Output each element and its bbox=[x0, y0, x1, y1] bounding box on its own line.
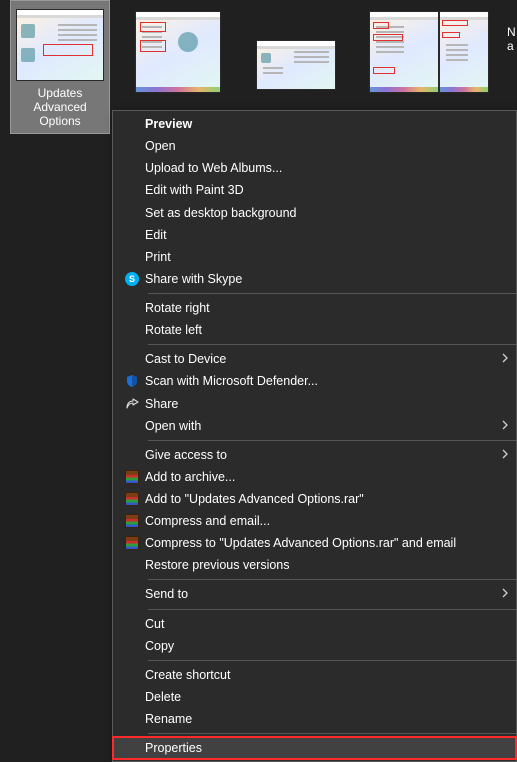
menu-set-desktop-background[interactable]: Set as desktop background bbox=[113, 202, 516, 224]
skype-icon bbox=[125, 272, 139, 286]
file-item[interactable] bbox=[128, 0, 228, 98]
menu-share[interactable]: Share bbox=[113, 392, 516, 414]
menu-print[interactable]: Print bbox=[113, 246, 516, 268]
menu-label: Create shortcut bbox=[145, 668, 516, 682]
menu-open-with[interactable]: Open with bbox=[113, 415, 516, 437]
menu-label: Add to archive... bbox=[145, 470, 516, 484]
menu-separator bbox=[148, 344, 516, 345]
menu-label: Share with Skype bbox=[145, 272, 516, 286]
menu-separator bbox=[148, 579, 516, 580]
thumbnail-image bbox=[16, 9, 104, 81]
menu-share-skype[interactable]: Share with Skype bbox=[113, 268, 516, 290]
menu-give-access-to[interactable]: Give access to bbox=[113, 444, 516, 466]
menu-label: Rename bbox=[145, 712, 516, 726]
file-item-selected[interactable]: Updates Advanced Options bbox=[10, 0, 110, 134]
menu-label: Scan with Microsoft Defender... bbox=[145, 374, 516, 388]
menu-label: Delete bbox=[145, 690, 516, 704]
menu-send-to[interactable]: Send to bbox=[113, 583, 516, 605]
menu-compress-to-named-and-email[interactable]: Compress to "Updates Advanced Options.ra… bbox=[113, 532, 516, 554]
menu-add-to-named-archive[interactable]: Add to "Updates Advanced Options.rar" bbox=[113, 488, 516, 510]
winrar-icon bbox=[125, 536, 139, 550]
submenu-chevron-icon bbox=[494, 352, 516, 366]
menu-separator bbox=[148, 660, 516, 661]
menu-rename[interactable]: Rename bbox=[113, 708, 516, 730]
menu-label: Preview bbox=[145, 117, 516, 131]
menu-label: Edit bbox=[145, 228, 516, 242]
menu-label: Restore previous versions bbox=[145, 558, 516, 572]
menu-rotate-left[interactable]: Rotate left bbox=[113, 319, 516, 341]
menu-label: Share bbox=[145, 397, 516, 411]
menu-rotate-right[interactable]: Rotate right bbox=[113, 297, 516, 319]
menu-edit[interactable]: Edit bbox=[113, 224, 516, 246]
menu-properties[interactable]: Properties bbox=[113, 737, 516, 759]
thumbnail-image bbox=[439, 11, 489, 93]
winrar-icon bbox=[125, 492, 139, 506]
menu-preview[interactable]: Preview bbox=[113, 113, 516, 135]
menu-label: Edit with Paint 3D bbox=[145, 183, 516, 197]
menu-separator bbox=[148, 609, 516, 610]
menu-create-shortcut[interactable]: Create shortcut bbox=[113, 664, 516, 686]
menu-separator bbox=[148, 293, 516, 294]
menu-cut[interactable]: Cut bbox=[113, 612, 516, 634]
menu-label: Upload to Web Albums... bbox=[145, 161, 516, 175]
menu-separator bbox=[148, 733, 516, 734]
menu-label: Send to bbox=[145, 587, 494, 601]
defender-shield-icon bbox=[125, 374, 139, 388]
menu-label: Open bbox=[145, 139, 516, 153]
clipped-file-caption: N a bbox=[507, 0, 517, 100]
submenu-chevron-icon bbox=[494, 587, 516, 601]
menu-label: Rotate right bbox=[145, 301, 516, 315]
file-item[interactable] bbox=[462, 0, 512, 98]
file-item[interactable] bbox=[364, 0, 444, 98]
menu-label: Copy bbox=[145, 639, 516, 653]
submenu-chevron-icon bbox=[494, 448, 516, 462]
winrar-icon bbox=[125, 514, 139, 528]
thumbnail-image bbox=[135, 11, 221, 93]
menu-label: Cast to Device bbox=[145, 352, 494, 366]
menu-label: Rotate left bbox=[145, 323, 516, 337]
menu-label: Cut bbox=[145, 617, 516, 631]
thumbnail-image bbox=[369, 11, 439, 93]
menu-delete[interactable]: Delete bbox=[113, 686, 516, 708]
menu-scan-defender[interactable]: Scan with Microsoft Defender... bbox=[113, 370, 516, 392]
menu-label: Print bbox=[145, 250, 516, 264]
menu-cast-to-device[interactable]: Cast to Device bbox=[113, 348, 516, 370]
menu-label: Set as desktop background bbox=[145, 206, 516, 220]
share-icon bbox=[125, 397, 139, 411]
menu-separator bbox=[148, 440, 516, 441]
menu-label: Give access to bbox=[145, 448, 494, 462]
menu-restore-previous-versions[interactable]: Restore previous versions bbox=[113, 554, 516, 576]
menu-label: Add to "Updates Advanced Options.rar" bbox=[145, 492, 516, 506]
menu-edit-paint3d[interactable]: Edit with Paint 3D bbox=[113, 179, 516, 201]
file-caption: Updates Advanced Options bbox=[12, 84, 108, 134]
menu-copy[interactable]: Copy bbox=[113, 635, 516, 657]
menu-label: Compress and email... bbox=[145, 514, 516, 528]
menu-label: Open with bbox=[145, 419, 494, 433]
menu-compress-and-email[interactable]: Compress and email... bbox=[113, 510, 516, 532]
menu-label: Compress to "Updates Advanced Options.ra… bbox=[145, 536, 516, 550]
menu-label: Properties bbox=[145, 741, 516, 755]
menu-add-to-archive[interactable]: Add to archive... bbox=[113, 466, 516, 488]
menu-open[interactable]: Open bbox=[113, 135, 516, 157]
menu-upload-web-albums[interactable]: Upload to Web Albums... bbox=[113, 157, 516, 179]
winrar-icon bbox=[125, 470, 139, 484]
submenu-chevron-icon bbox=[494, 419, 516, 433]
context-menu: Preview Open Upload to Web Albums... Edi… bbox=[112, 110, 517, 762]
thumbnail-image bbox=[256, 40, 336, 90]
file-item[interactable] bbox=[246, 0, 346, 98]
